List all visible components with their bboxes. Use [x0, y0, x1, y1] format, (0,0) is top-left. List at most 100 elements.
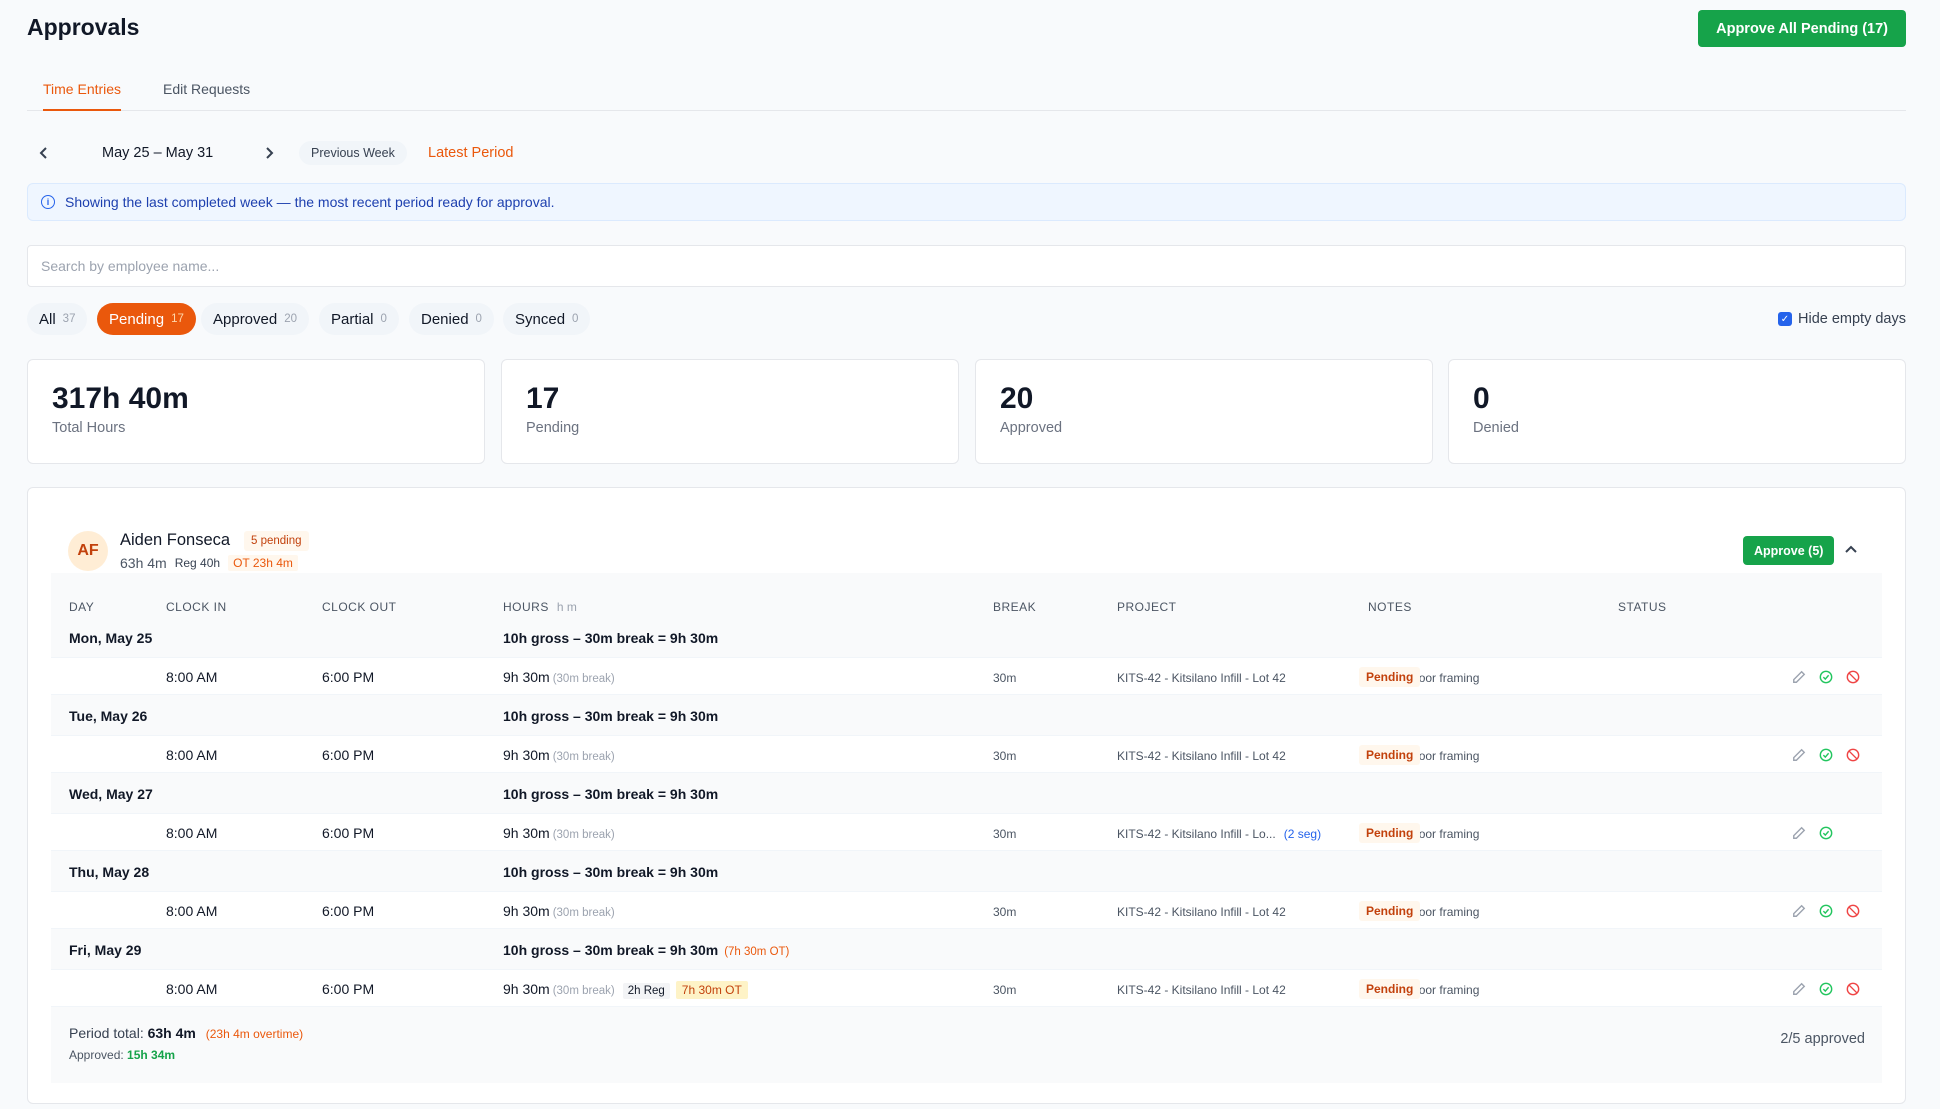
search-input[interactable] — [27, 245, 1906, 287]
day-label: Tue, May 26 — [69, 708, 148, 724]
stat-value: 20 — [1000, 382, 1034, 415]
edit-icon[interactable] — [1791, 903, 1807, 919]
approve-check-icon[interactable] — [1818, 981, 1834, 997]
chevron-up-icon[interactable] — [1841, 540, 1861, 560]
stat-value: 0 — [1473, 382, 1490, 415]
table-row[interactable]: 8:00 AM 6:00 PM 9h 30m (30m break) 30m KI… — [51, 735, 1882, 773]
deny-icon[interactable] — [1845, 981, 1861, 997]
day-hours-summary: 10h gross – 30m break = 9h 30m — [503, 864, 718, 880]
day-hours-summary: 10h gross – 30m break = 9h 30m — [503, 708, 718, 724]
chevron-left-icon[interactable] — [30, 139, 58, 167]
previous-week-button[interactable]: Previous Week — [299, 141, 407, 165]
tab-bar: Time Entries Edit Requests — [27, 70, 1906, 111]
period-total-value: 63h 4m — [147, 1025, 196, 1041]
hide-empty-days-toggle[interactable]: ✓ Hide empty days — [1778, 311, 1906, 327]
edit-icon[interactable] — [1791, 825, 1807, 841]
day-hours-summary: 10h gross – 30m break = 9h 30m (7h 30m OT… — [503, 942, 789, 958]
deny-icon[interactable] — [1845, 747, 1861, 763]
employee-name: Aiden Fonseca — [120, 531, 231, 549]
checkbox-checked-icon[interactable]: ✓ — [1778, 312, 1792, 326]
day-label: Mon, May 25 — [69, 630, 153, 646]
hide-empty-days-label: Hide empty days — [1798, 311, 1906, 327]
edit-icon[interactable] — [1791, 747, 1807, 763]
filter-chip-denied[interactable]: Denied 0 — [409, 303, 494, 335]
day-label: Thu, May 28 — [69, 864, 150, 880]
break-note: (30m break) — [552, 673, 615, 685]
filter-count: 17 — [171, 313, 184, 325]
info-text: Showing the last completed week — the mo… — [65, 194, 555, 210]
approve-all-pending-button[interactable]: Approve All Pending (17) — [1698, 10, 1906, 47]
filter-chip-synced[interactable]: Synced 0 — [503, 303, 591, 335]
column-header-day: DAY — [69, 600, 95, 614]
project-cell: KITS-42 - Kitsilano Infill - Lo... (2 seg… — [1117, 827, 1321, 841]
filter-count: 0 — [572, 313, 579, 325]
period-totals: Period total: 63h 4m (23h 4m overtime) A… — [51, 1011, 1882, 1083]
overtime-note: (23h 4m overtime) — [205, 1027, 304, 1041]
break-cell: 30m — [993, 749, 1017, 763]
clock-out-cell: 6:00 PM — [322, 903, 375, 919]
hours-cell: 9h 30m (30m break) 2h Reg 7h 30m OT — [503, 981, 748, 999]
table-row[interactable]: 8:00 AM 6:00 PM 9h 30m (30m break) 30m KI… — [51, 657, 1882, 695]
filter-chip-approved[interactable]: Approved 20 — [201, 303, 310, 335]
table-row[interactable]: 8:00 AM 6:00 PM 9h 30m (30m break) 30m KI… — [51, 813, 1882, 851]
column-header-project: PROJECT — [1117, 600, 1177, 614]
approved-label: Approved: — [69, 1048, 124, 1062]
filter-count: 0 — [475, 313, 482, 325]
status-badge: Pending — [1359, 823, 1421, 843]
day-hours-summary: 10h gross – 30m break = 9h 30m — [503, 786, 718, 802]
tab-edit-requests[interactable]: Edit Requests — [163, 81, 250, 109]
filter-count: 20 — [284, 313, 298, 325]
regular-hours-chip: 2h Reg — [622, 983, 670, 999]
tab-time-entries[interactable]: Time Entries — [43, 81, 122, 111]
filter-count: 0 — [380, 313, 387, 325]
edit-icon[interactable] — [1791, 981, 1807, 997]
day-summary-text: 10h gross – 30m break = 9h 30m — [503, 942, 719, 958]
approve-check-icon[interactable] — [1818, 825, 1834, 841]
column-header-notes: NOTES — [1368, 600, 1412, 614]
clock-in-cell: 8:00 AM — [166, 747, 218, 763]
day-row: Tue, May 26 10h gross – 30m break = 9h 3… — [51, 695, 1882, 735]
project-cell: KITS-42 - Kitsilano Infill - Lot 42 — [1117, 905, 1286, 919]
page-title: Approvals — [27, 14, 140, 40]
hours-value: 9h 30m — [503, 669, 550, 685]
approve-check-icon[interactable] — [1818, 669, 1834, 685]
approve-check-icon[interactable] — [1818, 747, 1834, 763]
stat-card-denied: 0 Denied — [1448, 359, 1906, 464]
project-cell: KITS-42 - Kitsilano Infill - Lot 42 — [1117, 671, 1286, 685]
latest-period-link[interactable]: Latest Period — [428, 145, 513, 161]
segments-link[interactable]: (2 seg) — [1284, 827, 1321, 841]
clock-in-cell: 8:00 AM — [166, 981, 218, 997]
filter-label: Pending — [109, 310, 165, 328]
hours-unit-label: h m — [556, 600, 577, 614]
deny-icon[interactable] — [1845, 669, 1861, 685]
filter-count: 37 — [62, 313, 76, 325]
chevron-right-icon[interactable] — [255, 139, 283, 167]
clock-out-cell: 6:00 PM — [322, 825, 375, 841]
table-row[interactable]: 8:00 AM 6:00 PM 9h 30m (30m break) 30m KI… — [51, 891, 1882, 929]
filter-chip-pending[interactable]: Pending 17 — [97, 303, 196, 335]
employee-total-hours: 63h 4m — [120, 555, 167, 571]
time-entries-table: DAY CLOCK IN CLOCK OUT HOURS h m BREAK PR… — [51, 573, 1882, 1083]
info-icon: i — [41, 195, 55, 209]
status-badge: Pending — [1359, 667, 1421, 687]
break-cell: 30m — [993, 905, 1017, 919]
break-cell: 30m — [993, 671, 1017, 685]
hours-cell: 9h 30m (30m break) — [503, 669, 615, 685]
day-summary-text: 10h gross – 30m break = 9h 30m — [503, 864, 719, 880]
deny-icon[interactable] — [1845, 903, 1861, 919]
hours-value: 9h 30m — [503, 903, 550, 919]
project-name: KITS-42 - Kitsilano Infill - Lo... — [1117, 827, 1276, 841]
column-header-status: STATUS — [1618, 600, 1667, 614]
approve-check-icon[interactable] — [1818, 903, 1834, 919]
table-row[interactable]: 8:00 AM 6:00 PM 9h 30m (30m break) 2h Reg 7… — [51, 969, 1882, 1007]
stat-card-pending: 17 Pending — [501, 359, 959, 464]
filter-chip-partial[interactable]: Partial 0 — [319, 303, 399, 335]
day-hours-summary: 10h gross – 30m break = 9h 30m — [503, 630, 718, 646]
edit-icon[interactable] — [1791, 669, 1807, 685]
filter-chip-all[interactable]: All 37 — [27, 303, 88, 335]
approve-employee-button[interactable]: Approve (5) — [1743, 536, 1835, 565]
clock-out-cell: 6:00 PM — [322, 981, 375, 997]
employee-overtime-hours: OT 23h 4m — [228, 555, 298, 571]
status-badge: Pending — [1359, 979, 1421, 999]
stat-label: Denied — [1473, 420, 1519, 436]
